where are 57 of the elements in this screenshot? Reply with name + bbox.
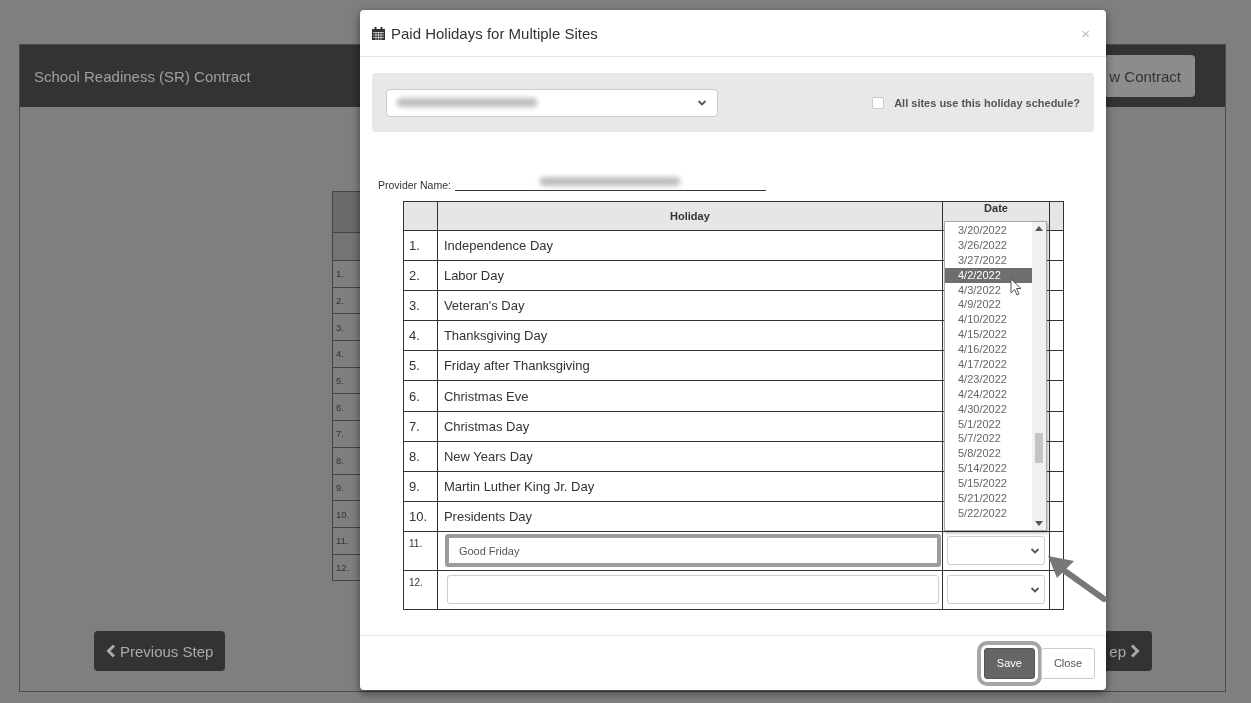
calendar-icon [372,26,385,40]
scrollbar-thumb[interactable] [1035,433,1043,463]
scroll-up-icon[interactable] [1035,226,1043,231]
holiday-name: Thanksgiving Day [437,320,943,351]
date-option[interactable]: 5/1/2022 [945,416,1032,432]
site-select[interactable] [386,88,718,117]
row-number: 8. [403,441,438,472]
date-option[interactable]: 4/16/2022 [945,342,1032,357]
date-option[interactable]: 5/14/2022 [945,461,1032,477]
row-number: 12. [403,570,438,610]
scroll-down-icon[interactable] [1035,521,1043,526]
row-number: 6. [403,380,438,412]
close-button[interactable]: Close [1040,647,1095,679]
annotation-arrow [1048,556,1107,602]
date-option[interactable]: 4/10/2022 [945,312,1032,328]
scrollbar[interactable] [1032,222,1046,530]
row-number: 3. [403,290,438,321]
row-number: 10. [403,501,438,532]
date-option[interactable]: 5/8/2022 [945,446,1032,462]
date-option[interactable]: 5/15/2022 [945,476,1032,492]
row-number: 9. [403,471,438,502]
holiday-name: Christmas Eve [437,380,943,412]
row-number: 5. [403,350,438,381]
chevron-left-icon [106,644,116,658]
holiday-name: Independence Day [437,230,943,261]
previous-step-button[interactable]: Previous Step [94,631,226,671]
holiday-name: Presidents Day [437,501,943,532]
date-select[interactable] [946,575,1046,605]
holiday-input[interactable]: Good Friday [444,534,941,568]
date-option[interactable]: 4/2/2022 [945,267,1032,283]
date-select[interactable] [946,536,1046,566]
chevron-right-icon [1130,644,1140,658]
row-number: 1. [403,230,438,261]
holiday-name: Christmas Day [437,411,943,442]
holiday-name: Martin Luther King Jr. Day [437,471,943,502]
holiday-name: Labor Day [437,260,943,291]
row-number: 2. [403,260,438,291]
row-number: 7. [403,411,438,442]
date-option[interactable]: 4/30/2022 [945,401,1032,417]
row-number: 4. [403,320,438,351]
date-option[interactable]: 5/21/2022 [945,491,1032,506]
modal-title: Paid Holidays for Multiple Sites [391,24,598,42]
row-number: 11. [403,531,438,571]
provider-label: Provider Name: [378,179,451,191]
holiday-input[interactable] [446,575,939,605]
holiday-name: Friday after Thanksgiving [437,350,943,381]
checkbox-label: All sites use this holiday schedule? [894,96,1080,109]
mouse-cursor-icon [1010,278,1022,296]
date-option[interactable]: 3/27/2022 [945,252,1032,268]
column-header: Holiday [437,201,943,231]
holiday-name: New Years Day [437,441,943,472]
date-option[interactable]: 4/23/2022 [945,371,1032,387]
panel-title: School Readiness (SR) Contract [34,67,251,85]
holiday-name: Veteran's Day [437,290,943,321]
date-option[interactable]: 5/7/2022 [945,431,1032,447]
all-sites-checkbox[interactable] [872,96,885,109]
date-option[interactable]: 4/3/2022 [945,282,1032,298]
